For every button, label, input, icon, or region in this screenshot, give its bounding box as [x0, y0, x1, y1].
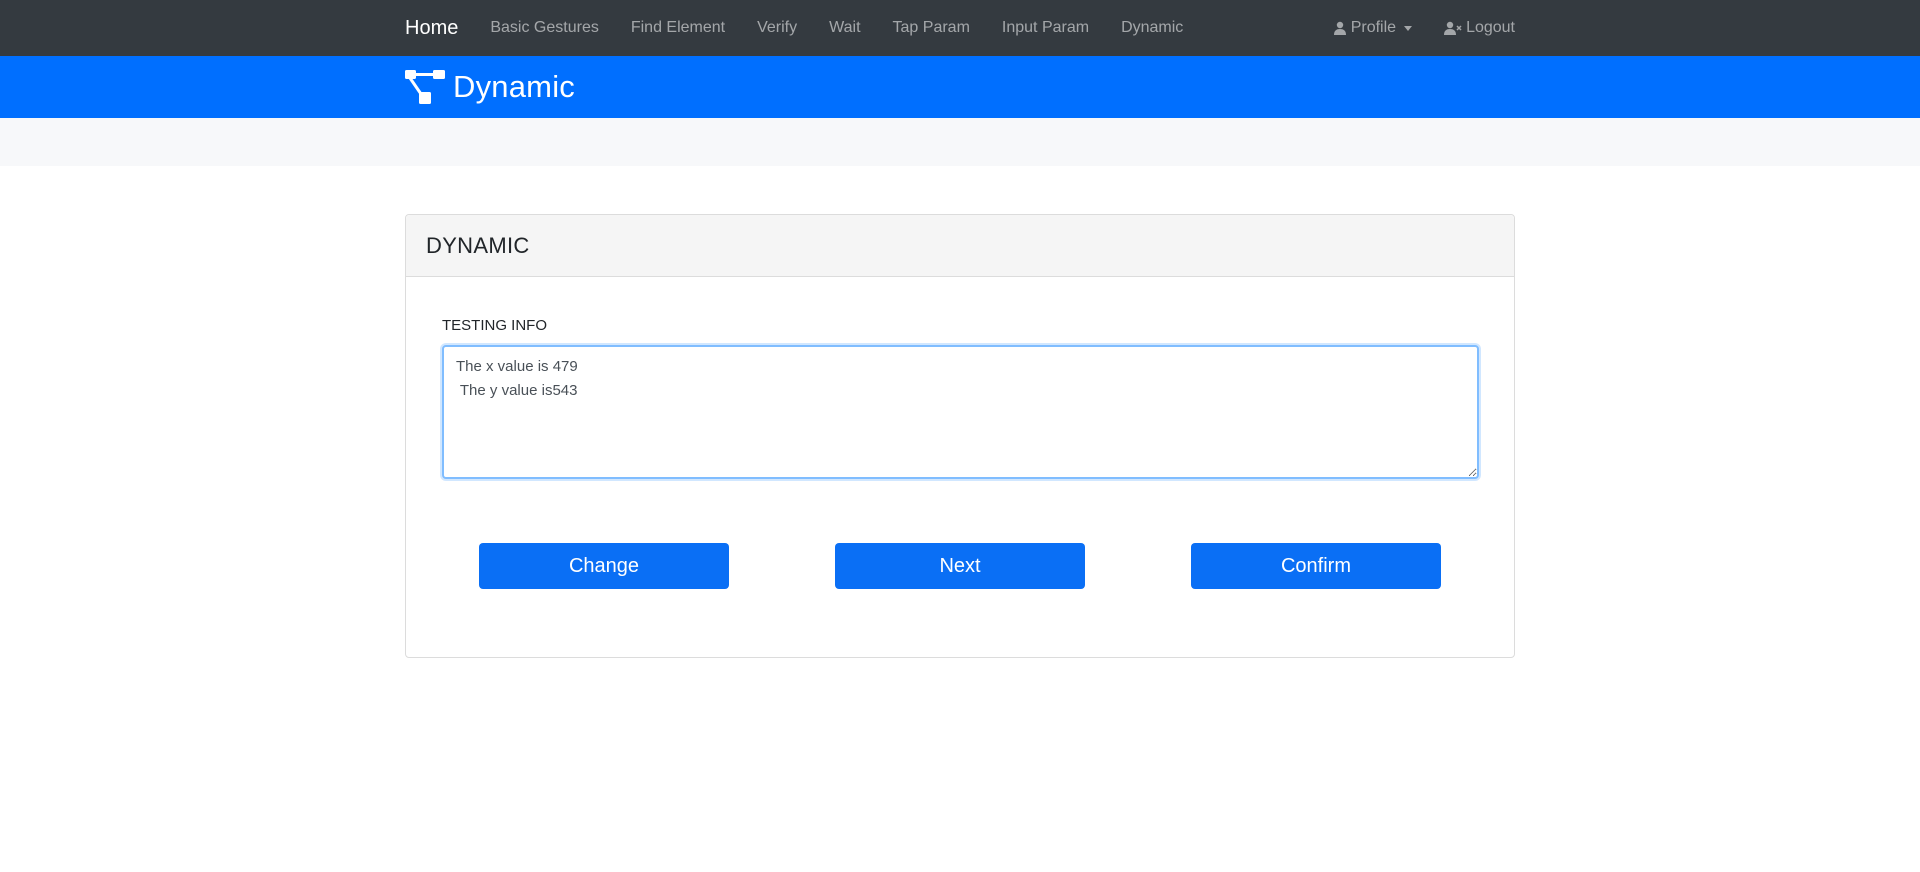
nav-link-find-element[interactable]: Find Element — [631, 19, 725, 37]
subheader-strip — [0, 118, 1920, 166]
user-remove-icon — [1444, 21, 1462, 35]
nav-link-dynamic[interactable]: Dynamic — [1121, 19, 1183, 37]
page-title: Dynamic — [453, 69, 575, 104]
nav-link-verify[interactable]: Verify — [757, 19, 797, 37]
nav-link-basic-gestures[interactable]: Basic Gestures — [490, 19, 598, 37]
card-header: DYNAMIC — [406, 215, 1514, 277]
nav-link-tap-param[interactable]: Tap Param — [893, 19, 970, 37]
caret-down-icon — [1404, 25, 1413, 31]
navbar-container: Home Basic Gestures Find Element Verify … — [405, 0, 1515, 56]
nav-home-link[interactable]: Home — [405, 17, 458, 40]
logout-link[interactable]: Logout — [1444, 19, 1515, 37]
card-title: DYNAMIC — [426, 232, 530, 258]
confirm-button[interactable]: Confirm — [1191, 543, 1441, 589]
top-navbar: Home Basic Gestures Find Element Verify … — [0, 0, 1920, 56]
dynamic-card: DYNAMIC TESTING INFO Change Next Confirm — [405, 214, 1515, 658]
profile-dropdown[interactable]: Profile — [1333, 19, 1413, 37]
nav-link-input-param[interactable]: Input Param — [1002, 19, 1089, 37]
page-banner: Dynamic — [0, 56, 1920, 118]
banner-container: Dynamic — [405, 56, 575, 118]
logout-label: Logout — [1466, 19, 1515, 36]
change-button[interactable]: Change — [479, 543, 729, 589]
nav-link-wait[interactable]: Wait — [829, 19, 860, 37]
navbar-right: Profile Logout — [1333, 19, 1515, 37]
sitemap-icon — [405, 70, 445, 104]
profile-label: Profile — [1350, 19, 1397, 36]
testing-info-label: TESTING INFO — [442, 317, 547, 334]
user-icon — [1333, 21, 1346, 35]
testing-info-textarea[interactable] — [442, 345, 1479, 479]
next-button[interactable]: Next — [835, 543, 1085, 589]
